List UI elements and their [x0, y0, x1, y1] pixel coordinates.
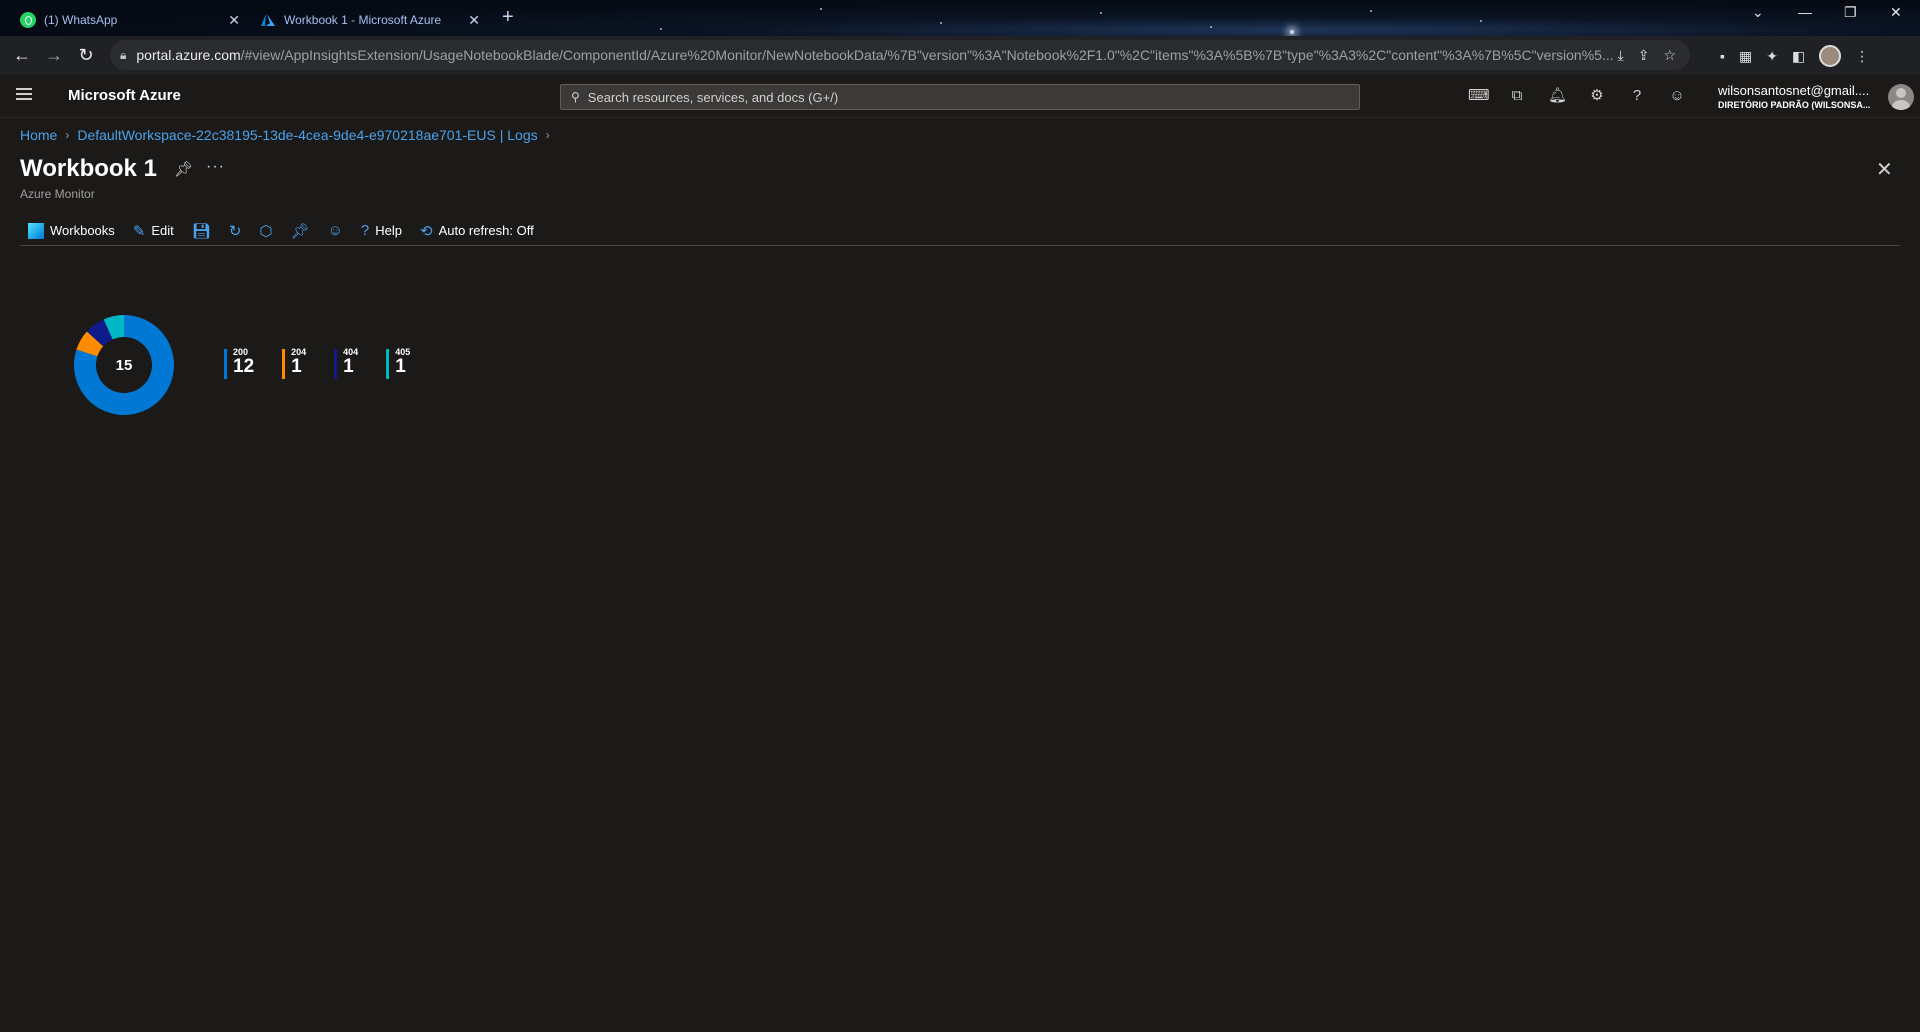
- minimize-icon[interactable]: —: [1798, 4, 1812, 20]
- install-icon[interactable]: ⤓: [1618, 47, 1624, 64]
- refresh-button[interactable]: ↻: [229, 222, 242, 240]
- save-button[interactable]: 💾︎: [192, 222, 211, 240]
- legend-item[interactable]: 405 1: [386, 347, 410, 379]
- back-icon[interactable]: ←: [10, 43, 34, 67]
- avatar[interactable]: [1888, 84, 1914, 110]
- extension-icons: ▪ ▦ ✦ ◧ ⋮: [1720, 45, 1869, 67]
- workbooks-label: Workbooks: [50, 223, 115, 238]
- tab-search-icon[interactable]: ⌄: [1752, 4, 1764, 21]
- qr-extension-icon[interactable]: ▦: [1739, 48, 1752, 65]
- extension-icon[interactable]: ▪: [1720, 48, 1725, 64]
- tab-label: (1) WhatsApp: [44, 13, 118, 27]
- profile-avatar[interactable]: [1819, 45, 1842, 67]
- azure-icon: [261, 14, 275, 26]
- command-bar: Workbooks ✎ Edit 💾︎ ↻ ⬡ 📌︎ ☺ ? Help ⟲ Au…: [20, 216, 1900, 246]
- history-icon: ⟲: [419, 222, 433, 240]
- forward-icon[interactable]: →: [42, 43, 66, 67]
- edit-label: Edit: [151, 223, 174, 238]
- tab-workbook[interactable]: Workbook 1 - Microsoft Azure ✕: [260, 6, 480, 34]
- browser-toolbar: ← → ↻ 🔒︎ portal.azure.com /#view/AppInsi…: [0, 36, 1920, 74]
- breadcrumb-workspace[interactable]: DefaultWorkspace-22c38195-13de-4cea-9de4…: [77, 127, 537, 143]
- account-directory: DIRETÓRIO PADRÃO (WILSONSA...: [1718, 100, 1871, 110]
- tab-label: Workbook 1 - Microsoft Azure: [284, 13, 442, 27]
- lock-icon: 🔒︎: [120, 47, 127, 62]
- legend-color-bar: [386, 349, 390, 379]
- close-tab-icon[interactable]: ✕: [228, 12, 240, 29]
- close-tab-icon[interactable]: ✕: [468, 12, 480, 29]
- breadcrumb-home[interactable]: Home: [20, 127, 57, 143]
- pencil-icon: ✎: [132, 222, 146, 240]
- search-icon: ⚲: [571, 90, 580, 104]
- brand[interactable]: Microsoft Azure: [68, 87, 181, 104]
- legend-color-bar: [334, 349, 338, 379]
- menu-icon[interactable]: [16, 88, 32, 100]
- search-placeholder: Search resources, services, and docs (G+…: [587, 89, 839, 105]
- help-icon[interactable]: ?: [1628, 87, 1646, 105]
- legend-value: 1: [343, 356, 354, 377]
- page-subtitle: Azure Monitor: [20, 187, 95, 201]
- more-options-icon[interactable]: ···: [206, 158, 225, 176]
- smiley-icon: ☺: [327, 222, 343, 239]
- refresh-icon: ↻: [228, 222, 242, 240]
- legend-color-bar: [224, 349, 227, 379]
- donut-total: 15: [116, 357, 133, 374]
- pin-button[interactable]: 📌︎: [291, 222, 310, 240]
- feedback-icon[interactable]: ☺: [1668, 87, 1686, 105]
- azure-header: Microsoft Azure ⚲ Search resources, serv…: [0, 74, 1920, 118]
- page-title: Workbook 1: [20, 155, 157, 182]
- bookmark-star-icon[interactable]: ☆: [1663, 47, 1676, 64]
- donut-svg: 15: [73, 315, 174, 415]
- feedback-button[interactable]: ☺: [328, 222, 343, 239]
- pin-icon: 📌︎: [290, 222, 310, 240]
- palette-icon: ⬡: [259, 222, 273, 240]
- account-email: wilsonsantosnet@gmail....: [1718, 83, 1870, 98]
- share-icon[interactable]: ⇪: [1638, 47, 1650, 64]
- close-blade-icon[interactable]: ✕: [1876, 157, 1893, 182]
- workbooks-button[interactable]: Workbooks: [28, 222, 115, 239]
- breadcrumb: Home › DefaultWorkspace-22c38195-13de-4c…: [20, 127, 550, 143]
- question-icon: ?: [360, 222, 370, 239]
- address-bar[interactable]: 🔒︎ portal.azure.com /#view/AppInsightsEx…: [110, 40, 1690, 70]
- edit-button[interactable]: ✎ Edit: [133, 222, 174, 240]
- auto-refresh-label: Auto refresh: Off: [438, 223, 534, 238]
- url-host: portal.azure.com: [136, 47, 241, 63]
- help-label: Help: [375, 223, 402, 238]
- reload-icon[interactable]: ↻: [74, 43, 98, 67]
- notifications-bell-icon[interactable]: 🔔︎: [1548, 87, 1567, 105]
- side-panel-icon[interactable]: ◧: [1792, 48, 1805, 65]
- status-code-donut-chart: 15: [73, 315, 174, 420]
- url-path: /#view/AppInsightsExtension/UsageNoteboo…: [240, 47, 1614, 63]
- legend-value: 12: [233, 356, 255, 377]
- cloud-shell-icon[interactable]: ⌨: [1468, 87, 1490, 105]
- legend-item[interactable]: 204 1: [282, 347, 306, 379]
- customize-button[interactable]: ⬡: [259, 222, 272, 240]
- tab-whatsapp[interactable]: (1) WhatsApp ✕: [20, 6, 240, 34]
- new-tab-icon[interactable]: +: [502, 6, 514, 29]
- legend-item[interactable]: 404 1: [334, 347, 358, 379]
- legend-color-bar: [282, 349, 286, 379]
- browser-tab-strip: (1) WhatsApp ✕ Workbook 1 - Microsoft Az…: [0, 0, 1920, 36]
- search-input[interactable]: ⚲ Search resources, services, and docs (…: [560, 84, 1360, 110]
- restore-icon[interactable]: ❐: [1844, 4, 1857, 21]
- chevron-right-icon: ›: [545, 128, 550, 142]
- settings-gear-icon[interactable]: ⚙: [1588, 87, 1606, 105]
- whatsapp-icon: [20, 12, 36, 28]
- account-info[interactable]: wilsonsantosnet@gmail.... DIRETÓRIO PADR…: [1718, 83, 1870, 110]
- puzzle-extensions-icon[interactable]: ✦: [1766, 48, 1778, 65]
- chevron-right-icon: ›: [65, 128, 70, 142]
- window-close-icon[interactable]: ✕: [1890, 4, 1902, 21]
- auto-refresh-button[interactable]: ⟲ Auto refresh: Off: [420, 222, 534, 240]
- workbooks-icon: [28, 222, 44, 239]
- legend-value: 1: [395, 356, 406, 377]
- directory-filter-icon[interactable]: ⧉: [1508, 87, 1526, 105]
- save-icon: 💾︎: [191, 222, 211, 240]
- chart-legend: 200 12 204 1 404 1 405 1: [224, 347, 410, 379]
- help-button[interactable]: ? Help: [361, 222, 402, 239]
- pin-icon[interactable]: 📌︎: [174, 160, 193, 178]
- legend-item[interactable]: 200 12: [224, 347, 254, 379]
- browser-menu-icon[interactable]: ⋮: [1855, 48, 1869, 65]
- legend-value: 1: [291, 356, 302, 377]
